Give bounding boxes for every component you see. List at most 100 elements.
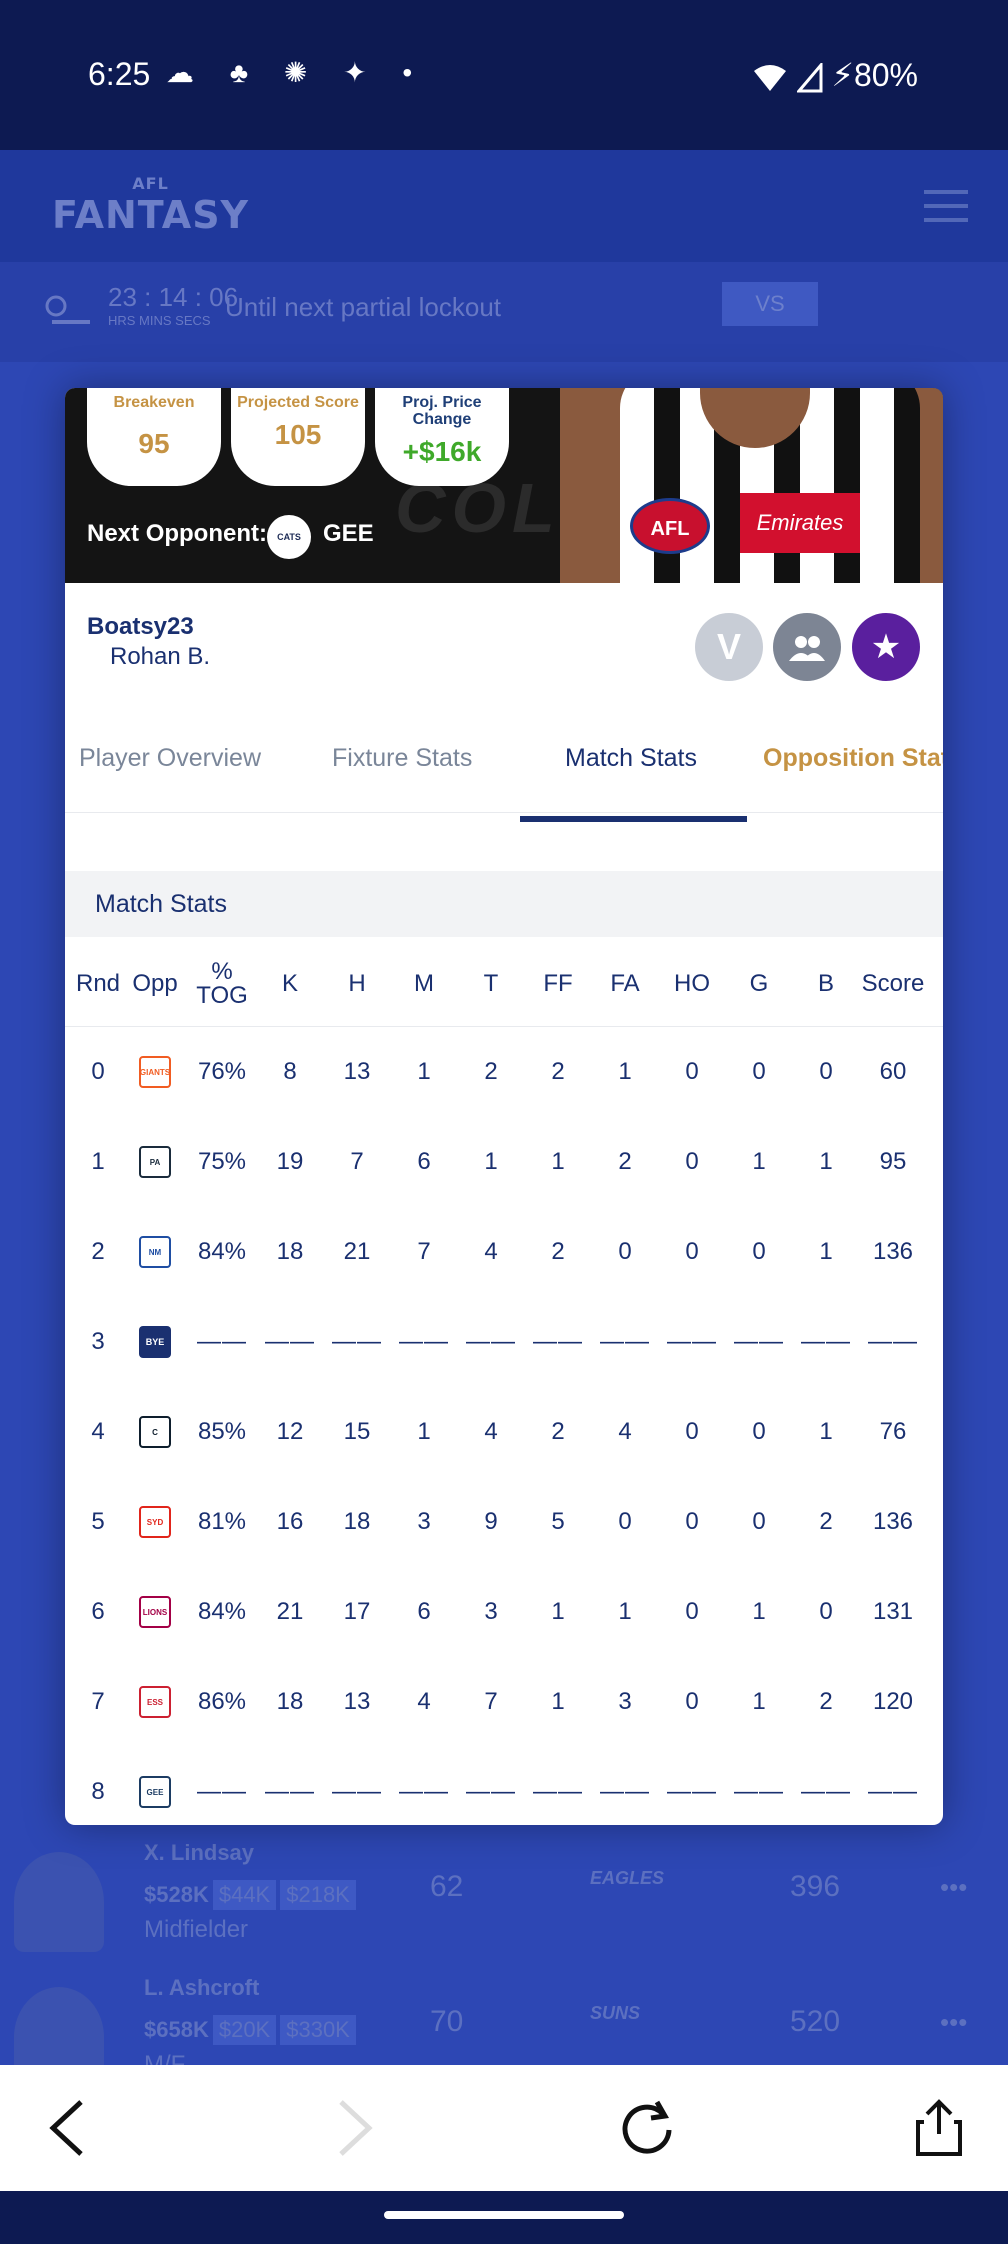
stat-cell: 0 [618, 1238, 632, 1265]
stat-cell: 1 [618, 1598, 632, 1625]
stat-cell: 4 [417, 1688, 431, 1715]
vs-button[interactable]: VS [722, 282, 818, 326]
home-handle[interactable] [384, 2211, 624, 2219]
opponent-cell: SYD [122, 1477, 188, 1567]
lockout-text: Until next partial lockout [225, 292, 502, 322]
stat-cell: —— [533, 1328, 583, 1355]
stat-cell: —— [868, 1328, 918, 1355]
opponent-cell: NM [122, 1207, 188, 1297]
team-logo: SUNS [590, 2003, 641, 2023]
forward-icon[interactable] [320, 2093, 390, 2163]
stat-cell: 76 [879, 1418, 907, 1445]
stat-cell: 86% [197, 1688, 247, 1715]
column-header: M [414, 970, 434, 997]
stat-cell: 7 [484, 1688, 498, 1715]
player-total: 396 [790, 1870, 841, 1903]
stat-cell: 76% [197, 1058, 247, 1085]
stat-cell: 1 [752, 1598, 766, 1625]
stat-cell: 8 [283, 1058, 297, 1085]
stat-cell: 1 [819, 1148, 833, 1175]
stat-cell: —— [600, 1778, 650, 1805]
stat-cell: —— [533, 1778, 583, 1805]
lockout-countdown: 23 : 14 : 06 HRS MINS SECS [108, 282, 239, 328]
stat-cell: 13 [343, 1058, 371, 1085]
stat-cell: 131 [872, 1598, 914, 1625]
system-nav-bar [0, 2191, 1008, 2244]
column-header: G [749, 970, 769, 997]
player-price: $528K $44K $218K [144, 1880, 356, 1910]
player-name: L. Ashcroft [144, 1975, 260, 2000]
reload-icon[interactable] [612, 2093, 682, 2163]
stat-cell: 6 [417, 1598, 431, 1625]
team-name: Boatsy23 [87, 613, 194, 640]
stat-cell: 1 [551, 1598, 565, 1625]
notification-icons: ☁ ♣ ✺ ✦ • [166, 57, 427, 88]
stat-cell: 60 [879, 1058, 907, 1085]
stat-cell: —— [868, 1778, 918, 1805]
clock-key-icon [45, 295, 90, 324]
stat-cell: 95 [879, 1148, 907, 1175]
player-hero: COLL AFL Emirates Breakeven 95 Projected… [65, 388, 943, 583]
clock: 6:25 [88, 56, 151, 92]
star-icon[interactable]: ★ [852, 613, 920, 681]
table-row: 4 C 85% 12 15 1 4 2 4 0 0 1 76 [65, 1387, 943, 1477]
stat-cell: 18 [276, 1238, 304, 1265]
stat-cell: 4 [484, 1418, 498, 1445]
club-logo-icon: SYD [139, 1506, 171, 1538]
app-header: AFL FANTASY [0, 150, 1008, 262]
stat-cell: —— [332, 1778, 382, 1805]
club-logo-icon: C [139, 1416, 171, 1448]
stat-cell: —— [399, 1328, 449, 1355]
table-header: Rnd Opp% TOG K H M T FF FA HO G B Score [65, 941, 943, 1027]
more-icon[interactable]: ••• [940, 1872, 967, 1903]
stat-cell: 120 [872, 1688, 914, 1715]
stat-cell: 3 [484, 1598, 498, 1625]
stat-cell: 84% [197, 1238, 247, 1265]
signal-icon [795, 60, 823, 93]
stat-cell: 0 [752, 1418, 766, 1445]
column-header: K [281, 970, 298, 997]
breakeven-card: Breakeven 95 [87, 388, 221, 486]
more-icon[interactable]: ••• [940, 2007, 967, 2038]
cats-logo-icon: CATS [267, 515, 311, 559]
stat-cell: —— [399, 1778, 449, 1805]
table-row: 8 GEE —— —— —— —— —— —— —— —— —— —— —— [65, 1747, 943, 1825]
player-avg: 62 [430, 1870, 464, 1903]
opponent-cell: PA [122, 1117, 188, 1207]
column-header: FA [610, 970, 640, 997]
stat-cell: 2 [484, 1058, 498, 1085]
list-item[interactable]: X. Lindsay $528K $44K $218K Midfielder 62 … [0, 1830, 1008, 1965]
afl-fantasy-logo: AFL FANTASY [52, 174, 250, 237]
wifi-icon [753, 64, 786, 91]
player-list: X. Lindsay $528K $44K $218K Midfielder 62 … [0, 1830, 1008, 2100]
share-icon[interactable] [904, 2093, 974, 2163]
stat-cell: —— [466, 1328, 516, 1355]
stat-cell: 0 [752, 1058, 766, 1085]
menu-icon[interactable] [924, 190, 968, 222]
column-header: Score [861, 970, 925, 997]
group-icon[interactable] [773, 613, 841, 681]
club-logo-icon: ESS [139, 1686, 171, 1718]
stat-cell: 0 [685, 1508, 699, 1535]
column-header: FF [543, 970, 573, 997]
tab-opposition-stats[interactable]: Opposition Stat [763, 733, 943, 813]
vice-captain-button[interactable]: V [695, 613, 763, 681]
stat-cell: 18 [276, 1688, 304, 1715]
back-icon[interactable] [32, 2093, 102, 2163]
stat-cell: 1 [752, 1688, 766, 1715]
player-total: 520 [790, 2005, 841, 2038]
stat-cell: 1 [417, 1058, 431, 1085]
stat-cell: 21 [343, 1238, 371, 1265]
tab-player-overview[interactable]: Player Overview [79, 733, 261, 813]
tab-fixture-stats[interactable]: Fixture Stats [332, 733, 472, 813]
stat-cell: 17 [343, 1598, 371, 1625]
column-header: % TOG [196, 958, 248, 1009]
lockout-banner: 23 : 14 : 06 HRS MINS SECS Until next pa… [0, 262, 1008, 362]
stat-cell: 1 [551, 1148, 565, 1175]
afl-logo: AFL [630, 498, 710, 554]
active-tab-indicator [520, 816, 747, 822]
club-logo-icon: GIANTS [139, 1056, 171, 1088]
opponent-cell: BYE [122, 1297, 188, 1387]
stat-cell: 0 [685, 1148, 699, 1175]
tab-match-stats[interactable]: Match Stats [565, 733, 697, 813]
